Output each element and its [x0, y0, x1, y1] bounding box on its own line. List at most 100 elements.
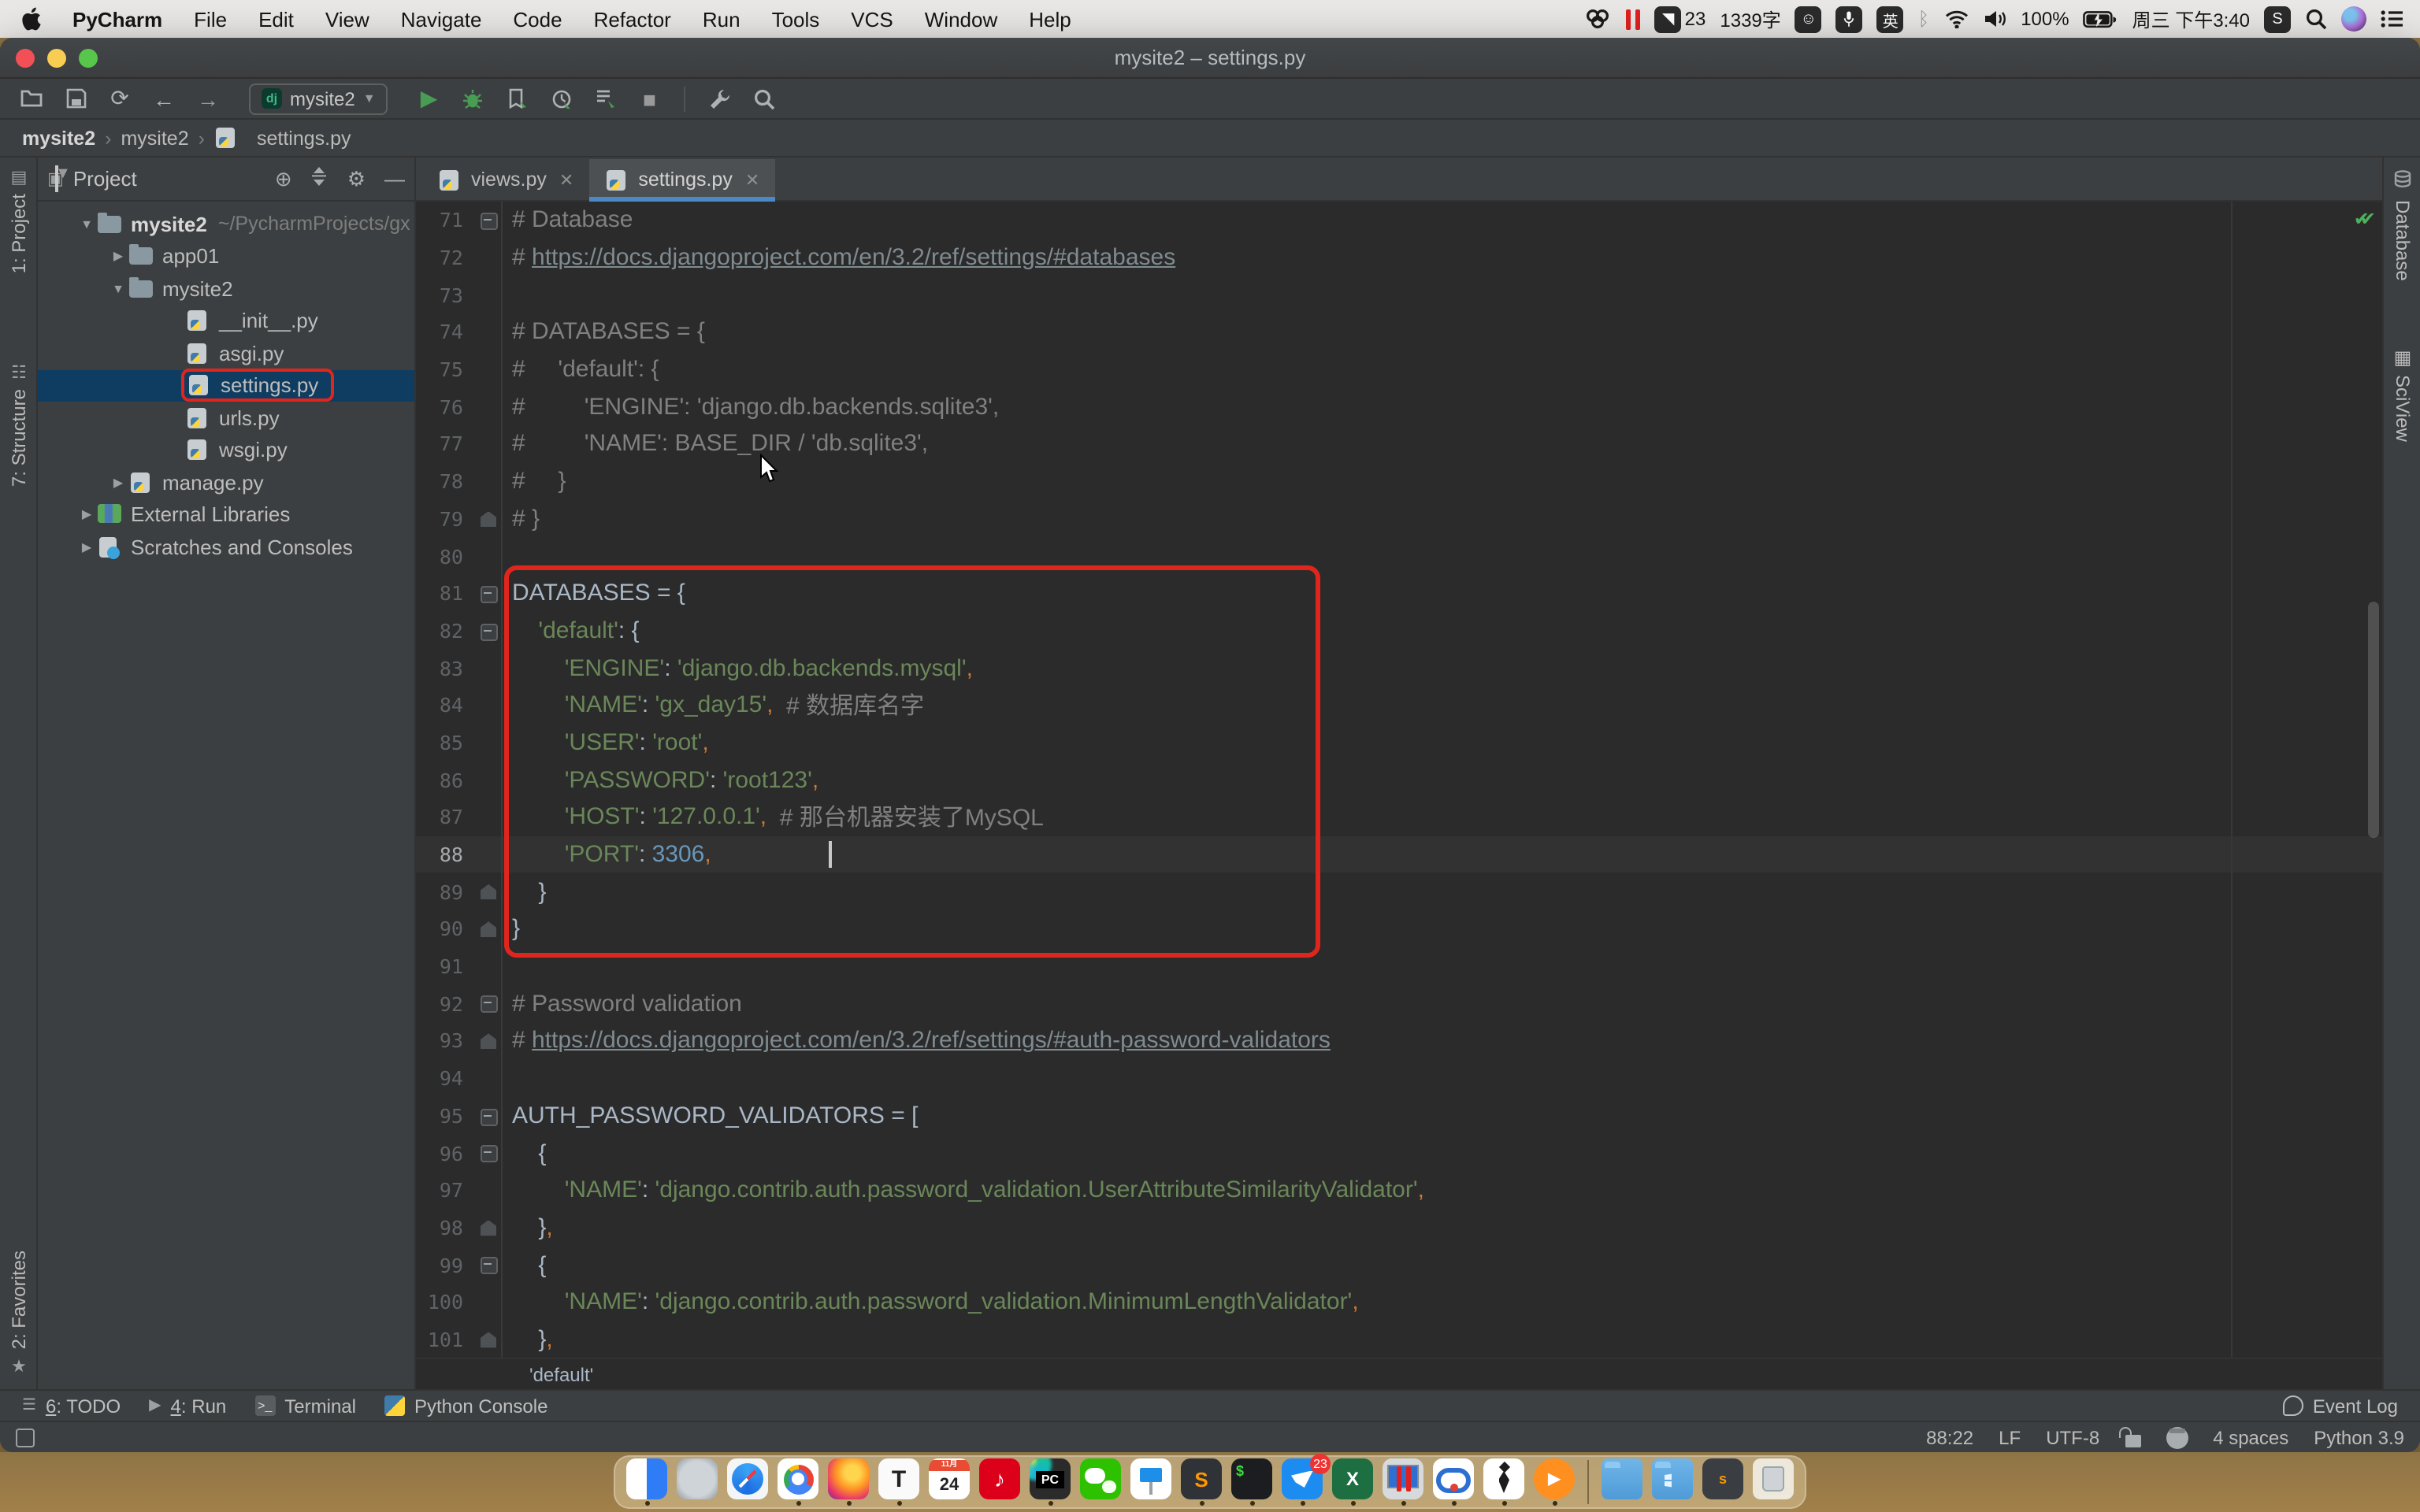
tool-window-switcher-icon[interactable]: [16, 1428, 35, 1447]
menu-item-pycharm[interactable]: PyCharm: [57, 7, 178, 31]
back-icon[interactable]: ←: [145, 83, 183, 114]
siri-icon[interactable]: [2341, 6, 2366, 32]
collapse-all-icon[interactable]: [311, 167, 328, 191]
unlock-icon[interactable]: [2125, 1434, 2140, 1447]
coverage-button[interactable]: [499, 83, 536, 114]
microphone-icon[interactable]: [1836, 6, 1863, 32]
python-interpreter[interactable]: Python 3.9: [2314, 1426, 2404, 1448]
inspections-profile-icon[interactable]: [2166, 1426, 2188, 1448]
dock-app-pycharm[interactable]: PC: [1028, 1458, 1072, 1506]
tree-item--init-py[interactable]: __init__.py: [38, 305, 414, 337]
code-line[interactable]: 80: [416, 537, 2382, 574]
code-line[interactable]: 98 },: [416, 1209, 2382, 1246]
line-separator[interactable]: LF: [1999, 1426, 2021, 1448]
cloud-sync-icon[interactable]: [1584, 8, 1613, 30]
fold-end-icon[interactable]: [479, 1321, 501, 1358]
locate-file-icon[interactable]: ⊕: [275, 166, 292, 191]
dock-app-netease[interactable]: ♪: [978, 1458, 1022, 1506]
sync-icon[interactable]: ⟳: [101, 83, 139, 114]
wrench-icon[interactable]: [702, 83, 740, 114]
code-line[interactable]: 94: [416, 1060, 2382, 1097]
fold-collapse-icon[interactable]: [479, 612, 501, 649]
code-line[interactable]: 93# https://docs.djangoproject.com/en/3.…: [416, 1022, 2382, 1059]
wifi-icon[interactable]: [1943, 9, 1969, 28]
dock-app-dingtalk[interactable]: 23: [1280, 1458, 1324, 1506]
code-line[interactable]: 85 'USER': 'root',: [416, 724, 2382, 761]
menu-item-run[interactable]: Run: [687, 7, 756, 31]
code-line[interactable]: 86 'PASSWORD': 'root123',: [416, 762, 2382, 799]
code-line[interactable]: 73: [416, 276, 2382, 313]
editor[interactable]: 71# Database72# https://docs.djangoproje…: [416, 202, 2382, 1358]
save-icon[interactable]: [57, 83, 95, 114]
code-line[interactable]: 101 },: [416, 1321, 2382, 1358]
dock-app-baidu[interactable]: [1431, 1458, 1475, 1506]
code-line[interactable]: 74# DATABASES = {: [416, 313, 2382, 350]
recording-pause-icon[interactable]: [1627, 9, 1641, 29]
code-line[interactable]: 75# 'default': {: [416, 351, 2382, 388]
tab-settings-py[interactable]: settings.py✕: [589, 159, 775, 200]
dock-app-sublime[interactable]: S: [1179, 1458, 1223, 1506]
code-line[interactable]: 83 'ENGINE': 'django.db.backends.mysql',: [416, 650, 2382, 687]
code-line[interactable]: 91: [416, 948, 2382, 985]
code-line[interactable]: 84 'NAME': 'gx_day15', # 数据库名字: [416, 687, 2382, 724]
menu-item-refactor[interactable]: Refactor: [578, 7, 687, 31]
code-line[interactable]: 90}: [416, 910, 2382, 947]
dock-app-wechat[interactable]: [1078, 1458, 1123, 1506]
code-line[interactable]: 97 'NAME': 'django.contrib.auth.password…: [416, 1172, 2382, 1209]
tree-arrow-icon[interactable]: ▶: [76, 508, 98, 522]
tree-item-urls-py[interactable]: urls.py: [38, 402, 414, 434]
caret-position[interactable]: 88:22: [1926, 1426, 1973, 1448]
code-line[interactable]: 81DATABASES = {: [416, 575, 2382, 612]
dock-app-firefox[interactable]: [826, 1458, 870, 1506]
code-line[interactable]: 72# https://docs.djangoproject.com/en/3.…: [416, 239, 2382, 276]
code-line[interactable]: 76# 'ENGINE': 'django.db.backends.sqlite…: [416, 388, 2382, 425]
code-line[interactable]: 82 'default': {: [416, 612, 2382, 649]
gear-icon[interactable]: ⚙: [347, 166, 366, 191]
dock-app-darkfile[interactable]: s: [1701, 1458, 1745, 1506]
dock-app-folder1[interactable]: [1600, 1458, 1644, 1506]
dock-app-calendar[interactable]: 11月24: [927, 1458, 971, 1506]
fold-collapse-icon[interactable]: [479, 985, 501, 1022]
tool-window-terminal-button[interactable]: >_Terminal: [254, 1395, 356, 1417]
dock-app-excel[interactable]: X: [1331, 1458, 1375, 1506]
run-configuration-select[interactable]: dj mysite2 ▼: [249, 83, 388, 114]
menu-item-edit[interactable]: Edit: [243, 7, 310, 31]
fold-end-icon[interactable]: [479, 1022, 501, 1059]
dock-app-finder[interactable]: [625, 1458, 669, 1506]
tree-item-settings-py[interactable]: settings.py: [38, 369, 414, 402]
breadcrumb-file[interactable]: settings.py: [257, 127, 351, 149]
tree-item-asgi-py[interactable]: asgi.py: [38, 337, 414, 369]
tool-window-python-console-button[interactable]: Python Console: [384, 1395, 547, 1417]
spotlight-icon[interactable]: [2305, 8, 2327, 30]
run-with-options-button[interactable]: [587, 83, 625, 114]
profiler-button[interactable]: [543, 83, 581, 114]
menu-item-code[interactable]: Code: [497, 7, 577, 31]
tree-arrow-icon[interactable]: ▼: [107, 282, 129, 296]
tree-arrow-icon[interactable]: ▶: [107, 250, 129, 264]
forward-icon[interactable]: →: [189, 83, 227, 114]
code-line[interactable]: 79# }: [416, 500, 2382, 537]
menu-item-file[interactable]: File: [178, 7, 243, 31]
code-line[interactable]: 92# Password validation: [416, 985, 2382, 1022]
code-line[interactable]: 87 'HOST': '127.0.0.1', # 那台机器安装了MySQL: [416, 799, 2382, 836]
fold-collapse-icon[interactable]: [479, 575, 501, 612]
debug-button[interactable]: [455, 83, 492, 114]
dock-app-trash[interactable]: [1751, 1458, 1795, 1506]
fold-collapse-icon[interactable]: [479, 1097, 501, 1134]
fold-end-icon[interactable]: [479, 910, 501, 947]
file-encoding[interactable]: UTF-8: [2046, 1426, 2099, 1448]
code-line[interactable]: 100 'NAME': 'django.contrib.auth.passwor…: [416, 1284, 2382, 1321]
dock-app-parallels[interactable]: [1381, 1458, 1425, 1506]
menu-item-window[interactable]: Window: [909, 7, 1014, 31]
code-line[interactable]: 77# 'NAME': BASE_DIR / 'db.sqlite3',: [416, 425, 2382, 462]
tree-arrow-icon[interactable]: ▶: [107, 476, 129, 490]
tree-item-manage-py[interactable]: ▶manage.py: [38, 466, 414, 498]
tool-window-project-button[interactable]: ▤ 1: Project: [0, 167, 38, 273]
fold-collapse-icon[interactable]: [479, 1247, 501, 1284]
dock-app-launchpad[interactable]: [675, 1458, 719, 1506]
search-everywhere-icon[interactable]: [746, 83, 784, 114]
menu-clock[interactable]: 周三 下午3:40: [2132, 6, 2250, 32]
code-line[interactable]: 95AUTH_PASSWORD_VALIDATORS = [: [416, 1097, 2382, 1134]
stop-button[interactable]: ■: [631, 83, 669, 114]
fold-end-icon[interactable]: [479, 1209, 501, 1246]
